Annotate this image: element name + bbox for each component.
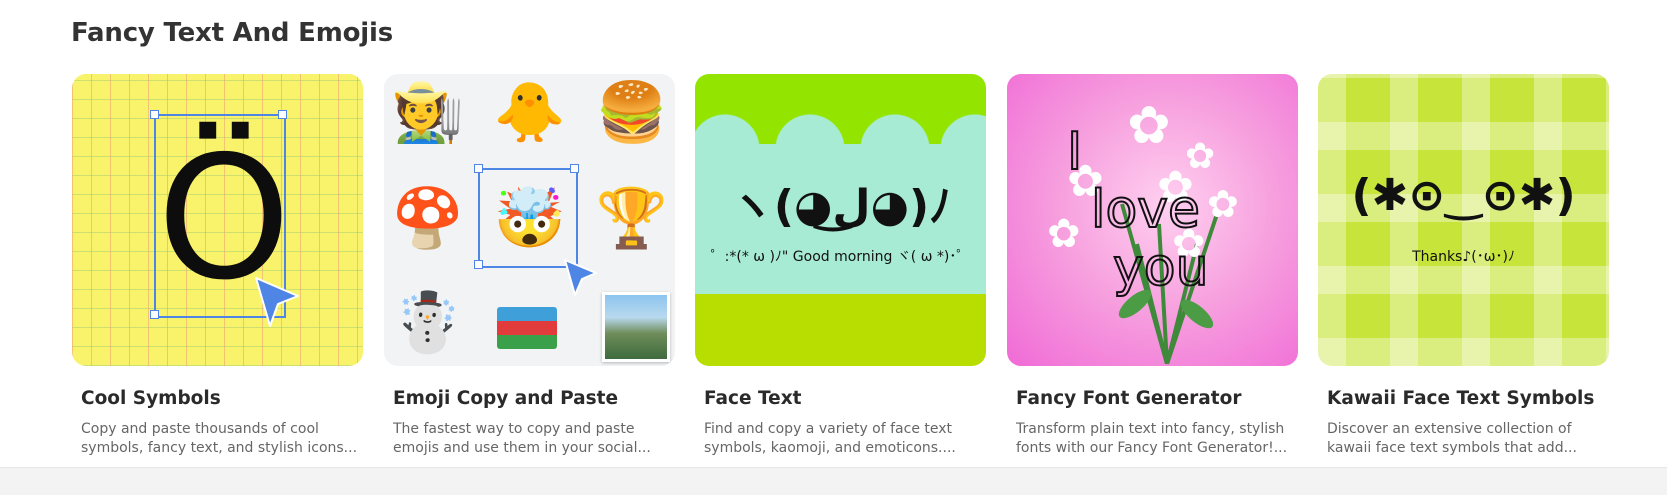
section-title: Fancy Text And Emojis — [71, 18, 393, 48]
fancy-text-line: love — [1090, 179, 1201, 241]
card-thumbnail[interactable]: (✱⊙‿⊙✱) Thanks♪(･ω･)ﾉ — [1318, 74, 1609, 366]
pointer-cursor-icon — [255, 277, 299, 327]
landscape-photo-icon — [602, 292, 670, 362]
face-subtext: ゜:*(* ω )ﾉ" Good morning ヾ( ω *)･゜ — [710, 249, 971, 265]
card-description: The fastest way to copy and paste emojis… — [393, 421, 651, 456]
selection-box — [478, 168, 578, 268]
selection-handle — [150, 110, 159, 119]
kawaii-subtext: Thanks♪(･ω･)ﾉ — [1412, 249, 1515, 265]
card-face-text[interactable]: ヽ(◕ل͜◕)ﾉ ゜:*(* ω )ﾉ" Good morning ヾ( ω *… — [695, 74, 986, 456]
card-description: Find and copy a variety of face text sym… — [704, 421, 956, 456]
kawaii-kaomoji: (✱⊙‿⊙✱) — [1351, 170, 1576, 221]
card-description: Copy and paste thousands of cool symbols… — [81, 421, 358, 456]
trophy-emoji-icon: 🏆 — [595, 186, 669, 251]
selection-handle — [570, 164, 579, 173]
card-title[interactable]: Fancy Font Generator — [1016, 388, 1241, 409]
card-kawaii-face-text[interactable]: (✱⊙‿⊙✱) Thanks♪(･ω･)ﾉ Kawaii Face Text S… — [1318, 74, 1609, 456]
card-thumbnail[interactable]: ✿ ✿ ✿ ✿ ✿ ✿ ✿ I love you — [1007, 74, 1298, 366]
selection-handle — [474, 260, 483, 269]
card-description: Transform plain text into fancy, stylish… — [1016, 421, 1288, 456]
flower-icon: ✿ — [1047, 212, 1081, 256]
card-title[interactable]: Emoji Copy and Paste — [393, 388, 618, 409]
card-thumbnail[interactable]: 🧑‍🌾 🐥 🍔 🍄 🤯 🏆 ☃️ — [384, 74, 675, 366]
fancy-text-line: I — [1066, 121, 1083, 183]
face-kaomoji: ヽ(◕ل͜◕)ﾉ — [729, 181, 952, 232]
snowman-emoji-icon: ☃️ — [391, 290, 465, 355]
footer-strip — [0, 467, 1667, 495]
fancy-text-line: you — [1112, 237, 1210, 299]
card-emoji-copy-paste[interactable]: 🧑‍🌾 🐥 🍔 🍄 🤯 🏆 ☃️ Emoji Copy and Paste Th… — [384, 74, 675, 456]
mushroom-emoji-icon: 🍄 — [391, 186, 465, 251]
flower-icon: ✿ — [1207, 184, 1239, 226]
card-title[interactable]: Kawaii Face Text Symbols — [1327, 388, 1594, 409]
card-title[interactable]: Face Text — [704, 388, 801, 409]
card-fancy-font-generator[interactable]: ✿ ✿ ✿ ✿ ✿ ✿ ✿ I love you Fancy Font Gene… — [1007, 74, 1298, 456]
farmer-emoji-icon: 🧑‍🌾 — [391, 80, 465, 145]
card-thumbnail[interactable]: Ö — [72, 74, 363, 366]
card-title[interactable]: Cool Symbols — [81, 388, 221, 409]
pointer-cursor-icon — [564, 259, 597, 296]
selection-handle — [278, 110, 287, 119]
selection-handle — [474, 164, 483, 173]
wave-decoration — [695, 296, 986, 326]
card-cool-symbols[interactable]: Ö Cool Symbols Copy and paste thousands … — [72, 74, 363, 456]
card-thumbnail[interactable]: ヽ(◕ل͜◕)ﾉ ゜:*(* ω )ﾉ" Good morning ヾ( ω *… — [695, 74, 986, 366]
chick-emoji-icon: 🐥 — [493, 80, 567, 145]
burger-emoji-icon: 🍔 — [595, 80, 669, 145]
azerbaijan-flag-icon — [497, 307, 557, 349]
card-description: Discover an extensive collection of kawa… — [1327, 421, 1577, 456]
flower-icon: ✿ — [1127, 97, 1171, 155]
